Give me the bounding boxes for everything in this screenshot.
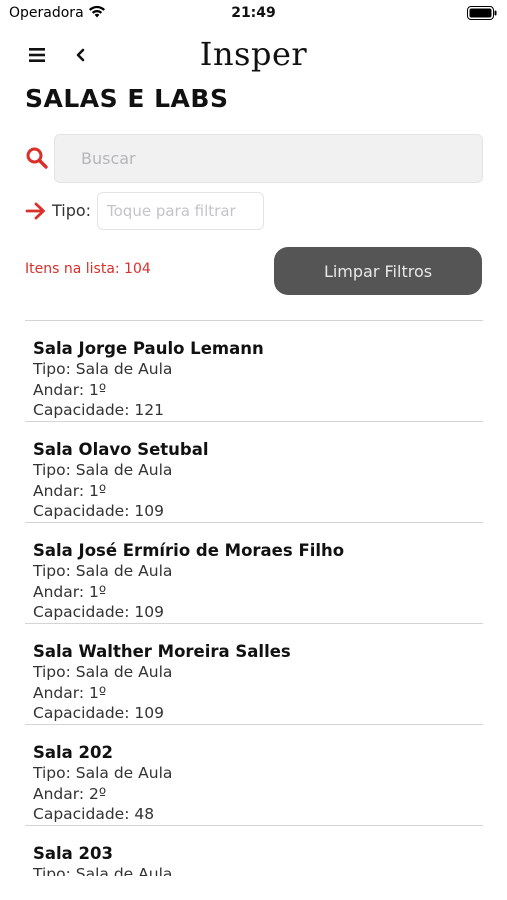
list-item[interactable]: Sala Jorge Paulo Lemann Tipo: Sala de Au… (25, 321, 483, 422)
nav-bar: Insper (0, 30, 507, 80)
room-floor: Andar: 1º (33, 380, 107, 399)
room-capacity: Capacidade: 121 (33, 401, 164, 419)
clock: 21:49 (231, 5, 276, 21)
list-item[interactable]: Sala José Ermírio de Moraes Filho Tipo: … (25, 523, 483, 624)
room-name: Sala José Ermírio de Moraes Filho (33, 541, 345, 560)
room-floor: Andar: 1º (33, 683, 107, 702)
list-item[interactable]: Sala Walther Moreira Salles Tipo: Sala d… (25, 624, 483, 725)
room-name: Sala Walther Moreira Salles (33, 642, 291, 661)
room-name: Sala 202 (33, 743, 113, 762)
room-list[interactable]: Sala Jorge Paulo Lemann Tipo: Sala de Au… (25, 320, 483, 876)
room-type: Tipo: Sala de Aula (33, 865, 173, 876)
room-capacity: Capacidade: 109 (33, 704, 164, 722)
list-item[interactable]: Sala 203 Tipo: Sala de Aula (25, 826, 483, 876)
room-type: Tipo: Sala de Aula (33, 764, 173, 782)
room-type: Tipo: Sala de Aula (33, 461, 173, 479)
room-floor: Andar: 1º (33, 481, 107, 500)
list-item[interactable]: Sala 202 Tipo: Sala de Aula Andar: 2º Ca… (25, 725, 483, 826)
room-capacity: Capacidade: 109 (33, 502, 164, 520)
item-count: Itens na lista: 104 (25, 261, 151, 277)
battery-icon (467, 6, 497, 20)
search-icon (26, 147, 48, 169)
filter-label: Tipo: (52, 201, 92, 220)
search-input[interactable] (54, 134, 483, 183)
room-type: Tipo: Sala de Aula (33, 562, 173, 580)
room-floor: Andar: 1º (33, 582, 107, 601)
search-row (25, 134, 485, 184)
clear-filters-button[interactable]: Limpar Filtros (274, 247, 482, 295)
filter-row: Tipo: (25, 192, 485, 232)
room-floor: Andar: 2º (33, 784, 107, 803)
room-capacity: Capacidade: 48 (33, 805, 155, 823)
room-type: Tipo: Sala de Aula (33, 663, 173, 681)
room-name: Sala Olavo Setubal (33, 440, 209, 459)
room-type: Tipo: Sala de Aula (33, 360, 173, 378)
arrow-right-icon (25, 202, 45, 220)
list-item[interactable]: Sala Olavo Setubal Tipo: Sala de Aula An… (25, 422, 483, 523)
room-name: Sala Jorge Paulo Lemann (33, 339, 264, 358)
type-filter-input[interactable] (97, 192, 264, 230)
room-capacity: Capacidade: 109 (33, 603, 164, 621)
status-bar: Operadora 21:49 (0, 0, 507, 28)
room-name: Sala 203 (33, 844, 113, 863)
page-title: SALAS E LABS (25, 84, 229, 113)
logo: Insper (199, 35, 308, 73)
